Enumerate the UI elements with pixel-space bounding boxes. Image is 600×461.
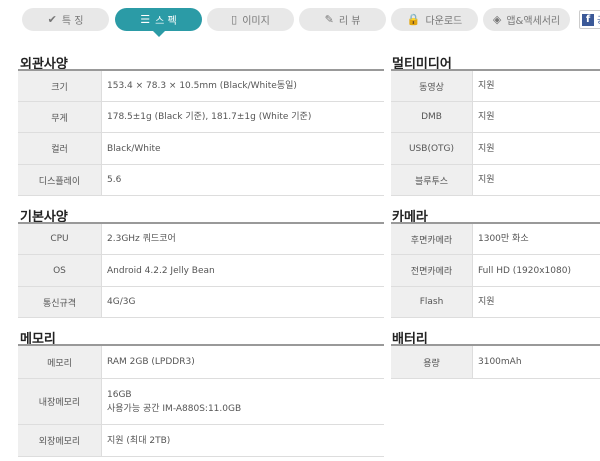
tab-apps-accessories[interactable]: ◈ 앱&액세서리 [483,8,570,31]
list-icon: ☰ [140,13,151,26]
phone-icon: ▯ [231,13,238,26]
tab-features[interactable]: ✔ 특 징 [22,8,109,31]
spec-key: DMB [391,102,473,132]
spec-key: OS [18,255,102,286]
spec-key: 용량 [391,346,473,378]
spec-key: 통신규격 [18,287,102,317]
spec-key: 내장메모리 [18,379,102,424]
spec-value: Android 4.2.2 Jelly Bean [107,265,215,276]
spec-value: RAM 2GB (LPDDR3) [107,357,195,367]
table-row: 컬러 Black/White [18,133,384,165]
spec-key: 컬러 [18,133,102,164]
spec-value: 지원 [478,112,495,122]
table-row: 무게 178.5±1g (Black 기준), 181.7±1g (White … [18,102,384,133]
spec-key: 외장메모리 [18,425,102,456]
tab-reviews[interactable]: ✎ 리 뷰 [299,8,386,31]
spec-table-memory: 메모리 RAM 2GB (LPDDR3) 내장메모리 16GB 사용가능 공간 … [18,344,384,457]
spec-key: 메모리 [18,346,102,378]
table-row: Flash 지원 [391,287,600,318]
lock-icon: 🔒 [406,13,421,26]
tab-downloads[interactable]: 🔒 다운로드 [391,8,478,31]
table-row: USB(OTG) 지원 [391,133,600,165]
spec-value: 153.4 × 78.3 × 10.5mm (Black/White동일) [107,81,297,91]
spec-value-line: 사용가능 공간 IM-A880S:11.0GB [107,403,242,414]
table-row: 내장메모리 16GB 사용가능 공간 IM-A880S:11.0GB [18,379,384,425]
table-row: 메모리 RAM 2GB (LPDDR3) [18,346,384,379]
spec-value: 1300만 화소 [478,234,529,244]
spec-key: 무게 [18,102,102,132]
tab-bar: ✔ 특 징 ☰ 스 펙 ▯ 이미지 ✎ 리 뷰 🔒 다운로드 ◈ 앱&액세서리 … [0,0,600,44]
spec-key: 후면카메라 [391,224,473,254]
table-row: 후면카메라 1300만 화소 [391,224,600,255]
spec-key: 동영상 [391,71,473,101]
tab-images[interactable]: ▯ 이미지 [207,8,294,31]
cube-icon: ◈ [492,13,502,26]
spec-value: 4G/3G [107,297,136,307]
table-row: 용량 3100mAh [391,346,600,379]
tab-label: 특 징 [61,16,84,27]
table-row: DMB 지원 [391,102,600,133]
spec-key: CPU [18,224,102,254]
table-row: 크기 153.4 × 78.3 × 10.5mm (Black/White동일) [18,71,384,102]
spec-value: 지원 [478,143,495,154]
spec-key: 디스플레이 [18,165,102,195]
spec-value-line: 16GB [107,389,132,400]
spec-table-camera: 후면카메라 1300만 화소 전면카메라 Full HD (1920x1080)… [391,222,600,318]
tab-label: 리 뷰 [338,16,361,27]
spec-value: 2.3GHz 쿼드코어 [107,234,176,244]
tab-label: 앱&액세서리 [506,16,561,27]
tab-specs[interactable]: ☰ 스 펙 [115,8,202,37]
spec-key: 전면카메라 [391,255,473,286]
spec-value: 지원 (최대 2TB) [107,435,171,446]
table-row: 디스플레이 5.6 [18,165,384,196]
tab-label: 이미지 [242,16,270,27]
check-circle-icon: ✔ [47,13,57,26]
spec-table-basic: CPU 2.3GHz 쿼드코어 OS Android 4.2.2 Jelly B… [18,222,384,318]
spec-value: 5.6 [107,175,122,185]
table-row: 블루투스 지원 [391,165,600,196]
spec-value: 지원 [478,81,495,91]
table-row: 통신규격 4G/3G [18,287,384,318]
facebook-icon: f [582,13,594,26]
table-row: CPU 2.3GHz 쿼드코어 [18,224,384,255]
spec-value: 지원 [478,175,495,185]
table-row: 전면카메라 Full HD (1920x1080) [391,255,600,287]
table-row: OS Android 4.2.2 Jelly Bean [18,255,384,287]
spec-value: 지원 [478,297,495,307]
tab-label: 스 펙 [155,16,177,27]
spec-key: 블루투스 [391,165,473,195]
spec-key: USB(OTG) [391,133,473,164]
table-row: 외장메모리 지원 (최대 2TB) [18,425,384,457]
table-row: 동영상 지원 [391,71,600,102]
tab-label: 다운로드 [425,16,463,27]
spec-table-multimedia: 동영상 지원 DMB 지원 USB(OTG) 지원 블루투스 지원 [391,69,600,196]
edit-icon: ✎ [324,13,334,26]
spec-table-battery: 용량 3100mAh [391,344,600,379]
spec-key: Flash [391,287,473,317]
spec-value: 16GB 사용가능 공간 IM-A880S:11.0GB [102,379,241,424]
spec-table-exterior: 크기 153.4 × 78.3 × 10.5mm (Black/White동일)… [18,69,384,196]
facebook-share-button[interactable]: f 공유 [579,10,600,29]
spec-value: Black/White [107,143,161,154]
spec-value: 178.5±1g (Black 기준), 181.7±1g (White 기준) [107,112,312,122]
spec-value: Full HD (1920x1080) [478,265,571,276]
spec-value: 3100mAh [478,357,522,367]
spec-key: 크기 [18,71,102,101]
